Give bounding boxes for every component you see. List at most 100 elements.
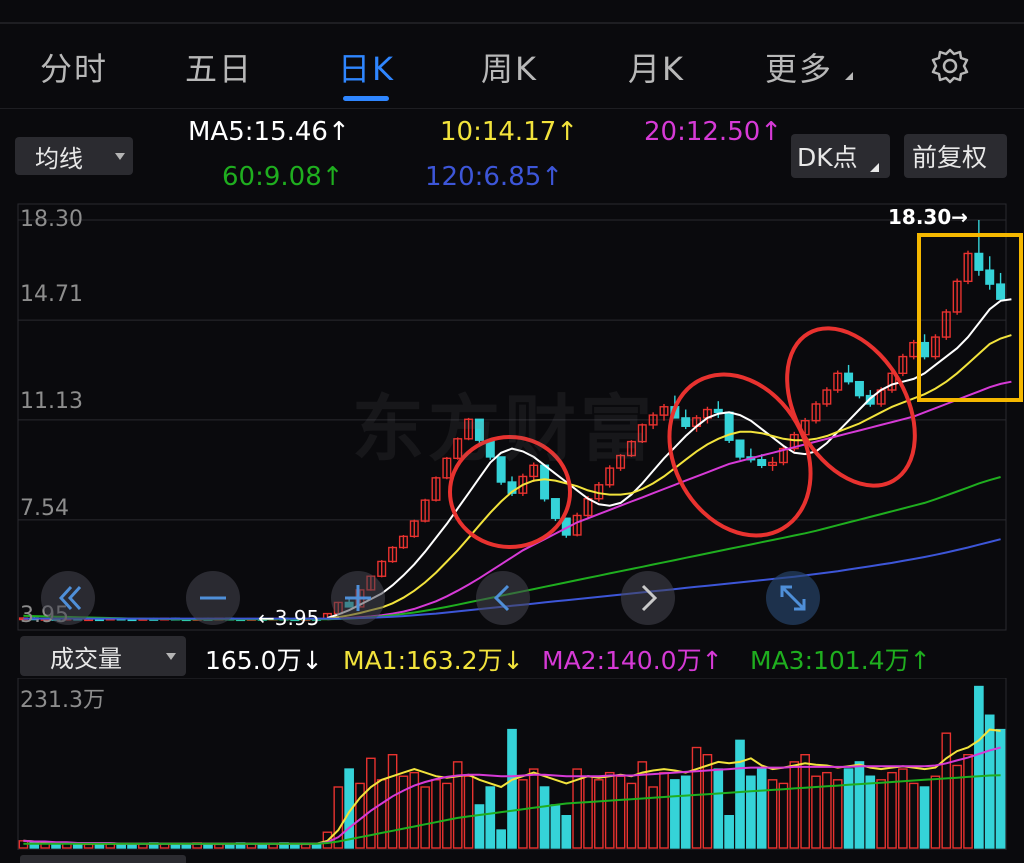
left-icon bbox=[493, 584, 510, 612]
volume-bar bbox=[789, 761, 800, 849]
volume-bar bbox=[257, 843, 268, 849]
price-axis-label-0: 18.30 bbox=[20, 207, 83, 232]
volume-axis-max: 231.3万 bbox=[20, 688, 105, 713]
low-annotation: ←3.95 bbox=[258, 606, 320, 630]
volume-bar bbox=[887, 771, 897, 849]
volume-indicator-select[interactable]: 成交量 bbox=[20, 636, 186, 676]
volume-bar bbox=[594, 779, 604, 849]
volume-bar bbox=[822, 771, 832, 849]
volume-bar bbox=[420, 786, 430, 849]
volume-bar bbox=[550, 804, 561, 849]
volume-bar bbox=[615, 775, 626, 849]
candle-body bbox=[844, 372, 854, 383]
volume-bar bbox=[670, 779, 680, 849]
candle-body bbox=[920, 341, 930, 358]
volume-bar bbox=[539, 786, 550, 849]
plus-icon bbox=[345, 585, 371, 611]
dk-point-label: DK点 bbox=[797, 143, 858, 172]
ma20-label: 20:12.50 bbox=[644, 117, 761, 147]
volume-bar bbox=[431, 779, 441, 849]
active-tab-underline bbox=[343, 96, 389, 101]
volume-bar bbox=[984, 714, 995, 849]
ma120-label: 120:6.85 bbox=[425, 162, 542, 192]
ma10-value: 10:14.17↑ bbox=[440, 117, 578, 147]
caret-down-icon bbox=[115, 153, 125, 160]
ma5-label: MA5:15.46 bbox=[188, 117, 328, 147]
zoom-out-button[interactable] bbox=[186, 571, 240, 625]
minus-icon bbox=[200, 596, 226, 600]
volume-bar bbox=[170, 843, 181, 849]
candle-body bbox=[757, 459, 767, 466]
tab-monthly-k[interactable]: 月K bbox=[628, 44, 685, 90]
volume-bar bbox=[83, 843, 94, 849]
tab-more[interactable]: 更多 bbox=[765, 44, 853, 90]
volume-bar bbox=[463, 775, 474, 849]
volume-bar bbox=[583, 775, 593, 849]
double-left-icon bbox=[58, 585, 82, 611]
dk-point-button[interactable]: DK点 bbox=[791, 134, 890, 178]
ma10-label: 10:14.17 bbox=[440, 117, 557, 147]
scroll-right-button[interactable] bbox=[621, 571, 675, 625]
volume-bar bbox=[214, 843, 224, 849]
price-axis-label-1: 14.71 bbox=[20, 282, 83, 307]
volume-caret-down-icon bbox=[166, 653, 176, 660]
volume-bar bbox=[518, 779, 528, 849]
adjust-label: 前复权 bbox=[912, 143, 988, 172]
ma10-arrow: ↑ bbox=[556, 117, 579, 147]
volume-ma1: MA1:163.2万↓ bbox=[343, 641, 524, 677]
gear-icon[interactable] bbox=[930, 47, 970, 87]
volume-current-label: 165.0万 bbox=[205, 646, 302, 675]
ma5-arrow: ↑ bbox=[327, 117, 350, 147]
candle-body bbox=[974, 252, 984, 271]
volume-ma2-arrow: ↑ bbox=[701, 646, 723, 675]
volume-bar bbox=[387, 754, 398, 849]
expand-icon bbox=[780, 585, 806, 611]
tab-more-label: 更多 bbox=[765, 50, 834, 88]
volume-ma1-label: MA1:163.2万 bbox=[343, 646, 503, 675]
price-axis-label-2: 11.13 bbox=[20, 389, 83, 414]
tab-intraday[interactable]: 分时 bbox=[40, 44, 108, 90]
scroll-left-button[interactable] bbox=[476, 571, 530, 625]
volume-bar bbox=[691, 746, 702, 849]
ma60-arrow: ↑ bbox=[321, 162, 344, 192]
volume-chart[interactable] bbox=[0, 678, 1024, 850]
indicator-select[interactable]: 均线 bbox=[15, 137, 133, 175]
ma120-arrow: ↑ bbox=[541, 162, 564, 192]
volume-bar bbox=[974, 685, 984, 849]
volume-bar bbox=[778, 782, 789, 849]
volume-bar bbox=[561, 815, 572, 849]
volume-bar bbox=[659, 771, 669, 849]
volume-select-label: 成交量 bbox=[50, 644, 122, 673]
indicator-select-label: 均线 bbox=[35, 144, 83, 173]
tab-daily-k[interactable]: 日K bbox=[338, 44, 395, 90]
adjust-button[interactable]: 前复权 bbox=[904, 134, 1007, 178]
volume-ma2-label: MA2:140.0万 bbox=[542, 646, 702, 675]
fullscreen-button[interactable] bbox=[766, 571, 820, 625]
candle-body bbox=[735, 439, 745, 458]
volume-bar bbox=[713, 768, 724, 849]
candle-body bbox=[713, 408, 723, 414]
zoom-in-button[interactable] bbox=[331, 571, 385, 625]
bottom-bar bbox=[20, 855, 186, 863]
high-annotation: 18.30→ bbox=[888, 205, 969, 229]
tab-five-day[interactable]: 五日 bbox=[185, 44, 253, 90]
watermark: 东方财富 bbox=[352, 387, 657, 471]
volume-bar bbox=[865, 775, 876, 849]
scroll-far-left-button[interactable] bbox=[41, 571, 95, 625]
ma120-value: 120:6.85↑ bbox=[425, 162, 563, 192]
volume-ma1-arrow: ↓ bbox=[502, 646, 524, 675]
volume-ma3-arrow: ↑ bbox=[909, 646, 931, 675]
tab-weekly-k[interactable]: 周K bbox=[481, 44, 538, 90]
candle-body bbox=[681, 417, 691, 427]
volume-ma3-label: MA3:101.4万 bbox=[750, 646, 910, 675]
dk-triangle-icon bbox=[870, 163, 879, 172]
ma60-value: 60:9.08↑ bbox=[222, 162, 344, 192]
candle-body bbox=[550, 498, 560, 519]
volume-bar bbox=[398, 775, 409, 849]
volume-bar bbox=[376, 779, 387, 849]
candle-body bbox=[996, 283, 1006, 300]
volume-bar bbox=[832, 779, 843, 849]
volume-current: 165.0万↓ bbox=[205, 641, 323, 677]
volume-bar bbox=[648, 786, 658, 849]
right-icon bbox=[641, 584, 658, 612]
